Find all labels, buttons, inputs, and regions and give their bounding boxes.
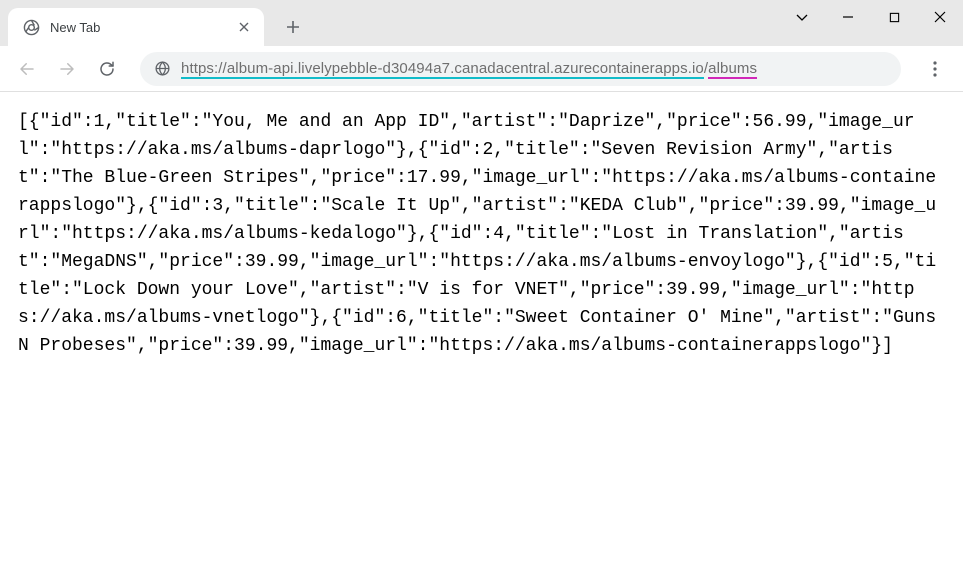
window-controls: [779, 0, 963, 34]
titlebar: New Tab: [0, 0, 963, 46]
url-path: albums: [708, 60, 757, 77]
url-host: https://album-api.livelypebble-d30494a7.…: [181, 60, 704, 77]
kebab-menu-button[interactable]: [917, 51, 953, 87]
url-display: https://album-api.livelypebble-d30494a7.…: [181, 60, 757, 77]
chrome-favicon-icon: [22, 18, 40, 36]
close-tab-button[interactable]: [236, 19, 252, 35]
globe-icon[interactable]: [154, 60, 171, 77]
toolbar: https://album-api.livelypebble-d30494a7.…: [0, 46, 963, 92]
browser-tab[interactable]: New Tab: [8, 8, 264, 46]
minimize-button[interactable]: [825, 0, 871, 34]
tab-title: New Tab: [50, 20, 226, 35]
maximize-button[interactable]: [871, 0, 917, 34]
back-button[interactable]: [10, 52, 44, 86]
close-window-button[interactable]: [917, 0, 963, 34]
response-body[interactable]: [{"id":1,"title":"You, Me and an App ID"…: [0, 92, 963, 569]
reload-button[interactable]: [90, 52, 124, 86]
address-bar[interactable]: https://album-api.livelypebble-d30494a7.…: [140, 52, 901, 86]
new-tab-button[interactable]: [278, 12, 308, 42]
caret-down-icon[interactable]: [779, 0, 825, 34]
forward-button[interactable]: [50, 52, 84, 86]
